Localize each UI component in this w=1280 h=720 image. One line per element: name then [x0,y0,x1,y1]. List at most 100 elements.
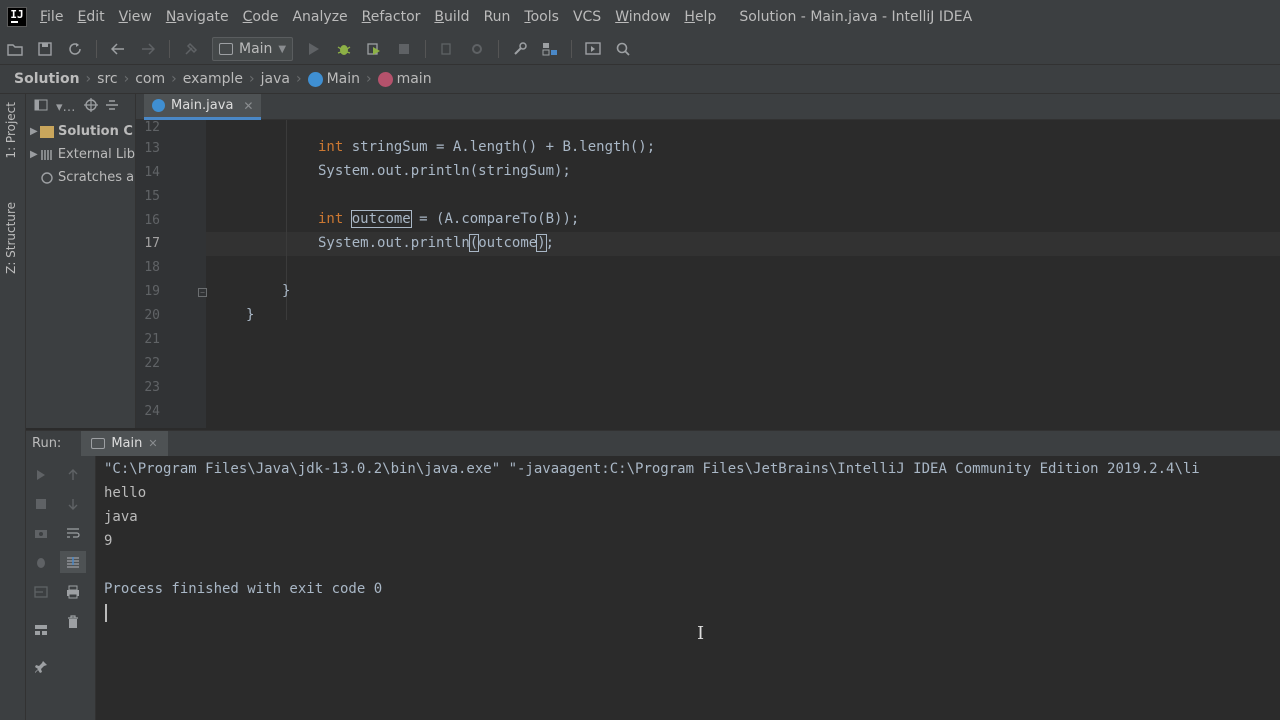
trash-icon[interactable] [64,613,82,631]
line-number: 23 [144,380,160,395]
forward-arrow-icon[interactable] [137,38,159,60]
locate-crosshair-icon[interactable] [83,98,98,116]
run-panel-header: Run: Main ✕ [26,430,1280,457]
toolbar-separator [498,40,500,58]
menu-item[interactable]: Navigate [159,0,236,34]
run-console-output[interactable]: "C:\Program Files\Java\jdk-13.0.2\bin\ja… [96,456,1280,720]
more-ellipsis-icon[interactable]: ▾… [56,100,76,115]
arrow-up-icon[interactable] [64,466,82,484]
application-config-icon [219,43,233,55]
run-configuration-select[interactable]: Main ▼ [212,37,294,61]
breadcrumb-item[interactable]: Solution [14,71,80,87]
tree-item-label: External Lib [57,147,135,162]
line-number: 20 [144,308,160,323]
camera-icon[interactable] [32,524,50,542]
toolbar-separator [96,40,97,58]
stop-icon[interactable] [32,495,50,513]
stop-icon[interactable] [393,38,415,60]
project-structure-icon[interactable] [539,38,561,60]
class-icon [307,71,323,87]
print-icon[interactable] [64,583,82,601]
run-with-coverage-icon[interactable] [363,38,385,60]
restore-layout-icon[interactable] [32,583,50,601]
search-icon[interactable] [612,38,634,60]
arrow-down-icon[interactable] [64,495,82,513]
menu-label: avigate [176,9,229,25]
menu-mnemonic: F [40,9,48,25]
presentation-icon[interactable] [582,38,604,60]
menu-item[interactable]: Build [427,0,476,34]
run-configuration-label: Main [239,41,273,57]
breadcrumb-item[interactable]: src [80,71,117,87]
settings-wrench-icon[interactable] [509,38,531,60]
code-text: ; [545,235,555,251]
menu-item[interactable]: VCS [566,0,608,34]
breadcrumb-item[interactable]: java [243,71,290,87]
menu-item[interactable]: Refactor [355,0,428,34]
pin-icon[interactable] [32,658,50,676]
menu-item[interactable]: Edit [70,0,111,34]
run-tab-main[interactable]: Main ✕ [81,430,168,457]
menu-label: Analyze [292,9,348,25]
run-icon[interactable] [303,38,325,60]
panel-layout-icon[interactable] [34,99,48,115]
tab-project[interactable]: 1: Project [4,102,18,159]
breadcrumb-item-method[interactable]: main [360,71,432,87]
run-panel-title: Run: [32,436,62,451]
code-line: System.out.println(stringSum); [318,163,571,179]
tab-structure[interactable]: Z: Structure [4,202,18,274]
console-line: "C:\Program Files\Java\jdk-13.0.2\bin\ja… [104,461,1200,477]
application-config-icon [91,438,106,449]
debug-bug-icon[interactable] [333,38,355,60]
breadcrumb-item[interactable]: example [165,71,243,87]
collapse-all-icon[interactable] [105,99,118,115]
code-text: stringSum = A.length() + B.length(); [343,139,656,155]
save-icon[interactable] [34,38,56,60]
gear-icon[interactable] [466,38,488,60]
menu-item[interactable]: Tools [517,0,566,34]
folder-icon [40,125,54,138]
breadcrumb-item-label: Main [326,71,360,87]
method-icon [377,71,393,87]
toolbar-separator [425,40,427,58]
breadcrumb-item-class[interactable]: Main [290,71,360,87]
menu-label: VCS [572,9,602,25]
menu-item[interactable]: View [112,0,159,34]
tree-item-label: Solution C [58,124,133,139]
code-text: out [377,235,403,251]
code-editor[interactable]: − 12 13 14 15 16 17 18 19 20 21 22 23 24… [136,120,1280,428]
menu-item[interactable]: Code [236,0,286,34]
keyword: int [318,139,344,155]
back-arrow-icon[interactable] [107,38,129,60]
attach-debugger-icon[interactable] [436,38,458,60]
menu-item[interactable]: Help [677,0,723,34]
menu-item[interactable]: Analyze [285,0,354,34]
open-folder-icon[interactable] [4,38,26,60]
close-icon[interactable]: ✕ [148,437,157,450]
menu-item[interactable]: Run [477,0,518,34]
tree-item-scratches[interactable]: Scratches a [26,166,135,189]
layout-icon[interactable] [32,621,50,639]
menu-label: ools [530,9,559,25]
build-hammer-icon[interactable] [180,38,202,60]
tree-item-solution[interactable]: ▶ Solution C [26,120,135,143]
soft-wrap-icon[interactable] [64,524,82,542]
debug-bug-icon[interactable] [32,553,50,571]
toolbar-separator [169,40,170,58]
matched-brace: ( [468,234,480,252]
tab-main-java[interactable]: Main.java ✕ [144,94,262,120]
scratches-icon [40,171,54,184]
breadcrumb-item[interactable]: com [118,71,165,87]
matched-brace: ) [536,234,547,252]
tree-item-external-libraries[interactable]: ▶ External Lib [26,143,135,166]
highlighted-identifier: outcome [350,210,412,228]
console-line: java [104,509,138,525]
fold-marker-icon[interactable]: − [198,288,207,297]
menu-item[interactable]: File [33,0,70,34]
sync-icon[interactable] [64,38,86,60]
scroll-to-end-icon[interactable] [60,551,86,573]
line-number: 24 [144,404,160,419]
close-icon[interactable]: ✕ [243,99,253,113]
menu-item[interactable]: Window [608,0,677,34]
rerun-icon[interactable] [32,466,50,484]
